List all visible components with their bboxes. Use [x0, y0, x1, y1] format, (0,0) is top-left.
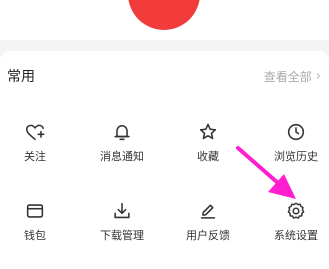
grid-item-label: 关注	[24, 150, 46, 163]
grid-item-settings[interactable]: 系统设置	[256, 200, 329, 250]
grid-item-label: 系统设置	[274, 229, 318, 242]
grid-item-label: 用户反馈	[186, 229, 230, 242]
see-all-link[interactable]: 查看全部 ›	[264, 69, 321, 85]
grid-item-notifications[interactable]: 消息通知	[82, 121, 162, 171]
grid-item-downloads[interactable]: 下载管理	[82, 200, 162, 250]
feedback-edit-icon	[200, 204, 216, 219]
star-icon	[199, 123, 217, 140]
profile-header	[0, 0, 329, 40]
chevron-right-icon: ›	[315, 69, 321, 84]
wallet-icon	[26, 204, 44, 218]
grid-item-label: 钱包	[24, 229, 46, 242]
heart-plus-icon	[25, 124, 45, 141]
avatar[interactable]	[128, 0, 200, 30]
screen: 常用 查看全部 › 关注 消息通知 收藏 浏览历史 钱包 下载管理 用户反馈 系…	[0, 0, 329, 269]
grid-item-feedback[interactable]: 用户反馈	[168, 200, 248, 250]
grid-item-history[interactable]: 浏览历史	[256, 121, 329, 171]
clock-icon	[287, 123, 305, 141]
see-all-label: 查看全部	[263, 70, 312, 84]
grid-item-label: 下载管理	[100, 229, 144, 242]
grid-item-label: 浏览历史	[274, 150, 318, 163]
download-icon	[114, 202, 130, 219]
grid-item-label: 消息通知	[100, 150, 144, 163]
bell-icon	[114, 124, 130, 141]
gear-icon	[287, 202, 305, 219]
section-title: 常用	[7, 69, 35, 85]
grid-item-label: 收藏	[197, 150, 219, 163]
grid-item-follow[interactable]: 关注	[0, 121, 75, 171]
grid-item-wallet[interactable]: 钱包	[0, 200, 75, 250]
grid-item-favorites[interactable]: 收藏	[168, 121, 248, 171]
